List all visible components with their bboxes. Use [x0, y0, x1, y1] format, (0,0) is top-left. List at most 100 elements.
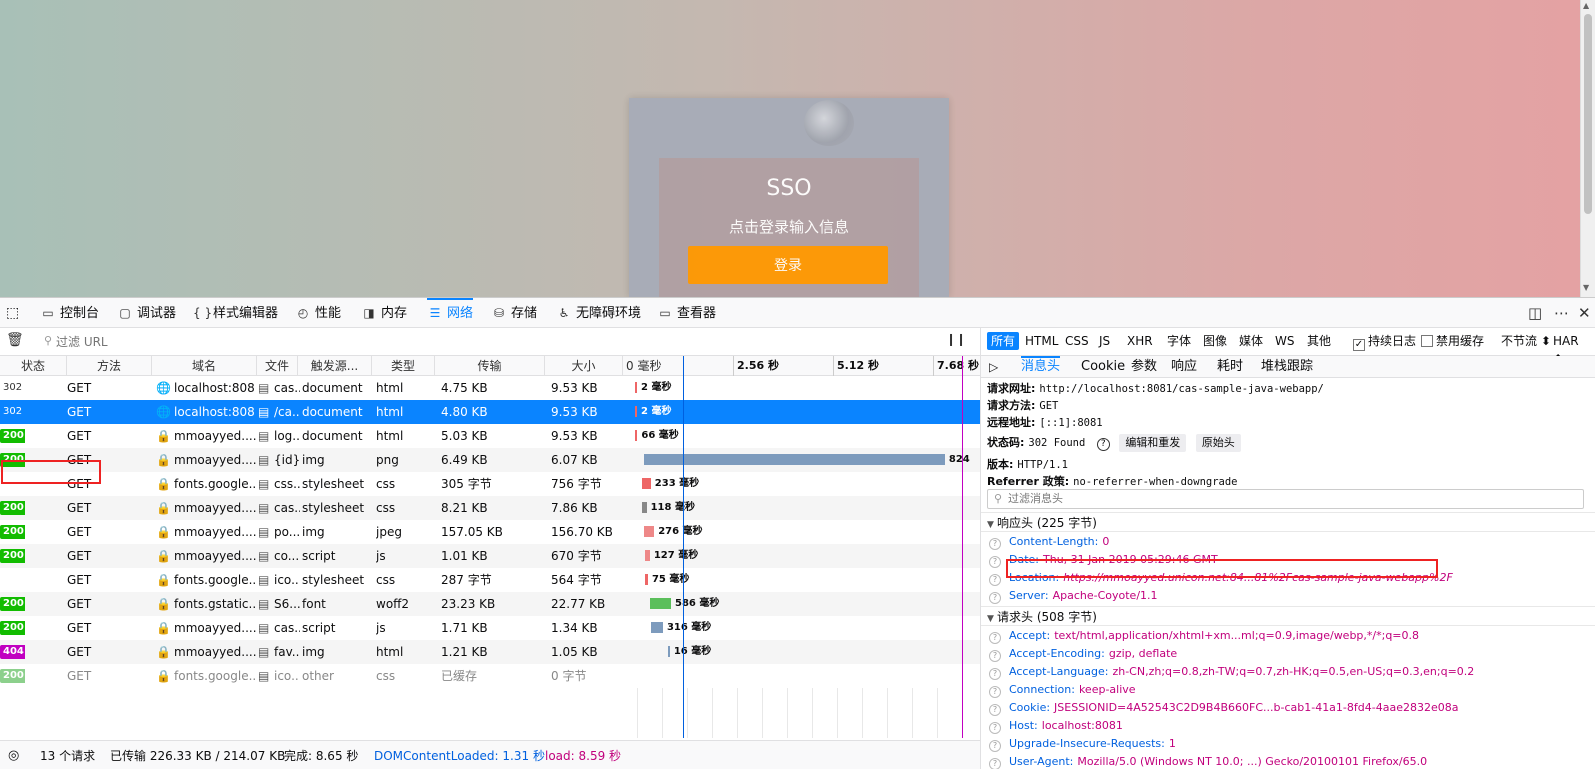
table-row[interactable]: 200 GET 🔒 fonts.google... ▤ ico... other css 已缓存… — [0, 664, 980, 688]
table-row[interactable]: 200 GET 🔒 fonts.gstatic.... ▤ S6... font woff2 2… — [0, 592, 980, 616]
har-menu[interactable]: HAR ⬍ — [1549, 332, 1595, 366]
help-icon[interactable]: ? — [989, 704, 1001, 716]
column-header[interactable]: 文件 — [257, 356, 298, 376]
filter-type-5[interactable]: 字体 — [1163, 332, 1195, 350]
filter-type-2[interactable]: CSS — [1061, 332, 1093, 350]
header-row[interactable]: ? Server: Apache-Coyote/1.1 — [981, 587, 1595, 605]
table-row[interactable]: 302 GET 🌐localhost:8081▤ cas...document html… — [0, 376, 980, 400]
table-row[interactable]: 200 GET 🔒mmoayyed....▤ cas...stylesheet css 8… — [0, 496, 980, 520]
header-row[interactable]: ? Upgrade-Insecure-Requests: 1 — [981, 735, 1595, 753]
trash-icon[interactable]: 🗑 — [6, 332, 24, 348]
toggle-sidebar-icon[interactable]: ▷ — [989, 356, 998, 378]
help-icon[interactable]: ? — [989, 650, 1001, 662]
page-scrollbar[interactable]: ▲ ▼ — [1580, 0, 1595, 297]
filter-type-9[interactable]: 其他 — [1303, 332, 1335, 350]
disable-cache-checkbox[interactable] — [1421, 335, 1433, 347]
table-row[interactable]: 302 GET 🌐localhost:8081▤ /ca...document html… — [0, 400, 980, 424]
more-options-icon[interactable]: ⋯ — [1554, 298, 1569, 328]
help-icon[interactable]: ? — [989, 722, 1001, 734]
tab-accessibility[interactable]: ♿ 无障碍环境 — [556, 298, 641, 328]
raw-headers-button[interactable]: 原始头 — [1195, 434, 1241, 452]
tab-network[interactable]: ☰ 网络 — [427, 298, 474, 328]
details-tab[interactable]: 响应 — [1171, 356, 1197, 378]
scroll-up-icon[interactable]: ▲ — [1583, 1, 1589, 10]
column-header[interactable]: 方法 — [67, 356, 152, 376]
response-headers-section[interactable]: ▼ 响应头 (225 字节) — [981, 512, 1595, 532]
tab-performance[interactable]: ◴ 性能 — [295, 298, 341, 328]
tab-console[interactable]: ▭ 控制台 — [40, 298, 99, 328]
scroll-down-icon[interactable]: ▼ — [1583, 283, 1589, 292]
file-text: fav... — [274, 645, 300, 659]
details-tab[interactable]: 堆栈跟踪 — [1261, 356, 1313, 378]
filter-type-6[interactable]: 图像 — [1199, 332, 1231, 350]
column-header[interactable]: 传输 — [435, 356, 545, 376]
filter-type-3[interactable]: JS — [1095, 332, 1114, 350]
perf-analysis-icon[interactable]: ◎ — [8, 741, 19, 769]
tab-braces[interactable]: { }样式编辑器 — [193, 298, 278, 328]
filter-type-0[interactable]: 所有 — [987, 332, 1020, 350]
header-row[interactable]: ? Accept-Language: zh-CN,zh;q=0.8,zh-TW;q=… — [981, 663, 1595, 681]
persist-logs-toggle[interactable]: ✓ 持续日志 — [1349, 332, 1420, 351]
help-icon[interactable]: ? — [989, 686, 1001, 698]
column-header[interactable]: 0 毫秒 — [623, 356, 980, 376]
header-row[interactable]: ? Host: localhost:8081 — [981, 717, 1595, 735]
filter-type-4[interactable]: XHR — [1123, 332, 1157, 350]
disable-cache-toggle[interactable]: 禁用缓存 — [1417, 332, 1488, 350]
dock-icon[interactable]: ◫ — [1528, 298, 1542, 328]
help-icon[interactable]: ? — [989, 668, 1001, 680]
help-icon[interactable]: ? — [989, 574, 1001, 586]
column-header[interactable]: 触发源... — [298, 356, 372, 376]
header-filter-input[interactable]: ⚲ 过滤消息头 — [987, 489, 1584, 509]
help-icon[interactable]: ? — [1096, 438, 1110, 451]
table-row[interactable]: 200 GET 🔒mmoayyed....▤ cas...script js 1.71 K… — [0, 616, 980, 640]
header-row[interactable]: ? Cookie: JSESSIONID=4A52543C2D9B4B660FC..… — [981, 699, 1595, 717]
pause-icon[interactable]: ❙❙ — [946, 332, 966, 346]
table-row[interactable]: GET🔒fonts.google...▤css...stylesheetcss3… — [0, 472, 980, 496]
filter-type-1[interactable]: HTML — [1021, 332, 1062, 350]
help-icon[interactable]: ? — [989, 758, 1001, 769]
status-code-value: 302 Found — [1028, 437, 1086, 449]
highlight-box-location — [1006, 559, 1438, 578]
table-row[interactable]: 200 GET 🔒mmoayyed....▤ log...document html 5.… — [0, 424, 980, 448]
table-row[interactable]: 404 GET 🔒mmoayyed....▤ fav...img html 1.21 KB… — [0, 640, 980, 664]
table-row[interactable]: 200 GET 🔒 mmoayyed.... ▤ {id} img png 6.49 KB 6.0… — [0, 448, 980, 472]
table-row[interactable]: 200 GET 🔒 mmoayyed.... ▤ co... script js 1.01 KB… — [0, 544, 980, 568]
filter-type-7[interactable]: 媒体 — [1235, 332, 1267, 350]
tab-debugger[interactable]: ▢ 调试器 — [117, 298, 176, 328]
edit-resend-button[interactable]: 编辑和重发 — [1119, 434, 1187, 452]
table-row[interactable]: 200 GET 🔒mmoayyed....▤ po....img jpeg 157.05 … — [0, 520, 980, 544]
persist-logs-checkbox[interactable]: ✓ — [1353, 339, 1365, 351]
method-cell: GET — [67, 669, 92, 683]
column-header[interactable]: 域名 — [152, 356, 257, 376]
details-tab[interactable]: 耗时 — [1217, 356, 1243, 378]
details-tab[interactable]: 消息头 — [1021, 356, 1061, 378]
request-headers-section[interactable]: ▼ 请求头 (508 字节) — [981, 606, 1595, 626]
help-icon[interactable]: ? — [989, 740, 1001, 752]
header-row[interactable]: ? Connection: keep-alive — [981, 681, 1595, 699]
tab-storage[interactable]: ⛁ 存储 — [491, 298, 537, 328]
header-row[interactable]: ? Accept-Encoding: gzip, deflate — [981, 645, 1595, 663]
header-row[interactable]: ? User-Agent: Mozilla/5.0 (Windows NT 10.0… — [981, 753, 1595, 769]
close-icon[interactable]: ✕ — [1578, 298, 1591, 328]
header-row[interactable]: ? Accept: text/html,application/xhtml+xm..… — [981, 627, 1595, 645]
tab-inspector[interactable]: ▭ 查看器 — [657, 298, 716, 328]
column-header[interactable]: 类型 — [372, 356, 435, 376]
help-icon[interactable]: ? — [989, 538, 1001, 550]
filter-type-8[interactable]: WS — [1271, 332, 1298, 350]
login-button[interactable]: 登录 — [688, 246, 888, 284]
pick-element-icon[interactable]: ⬚ — [6, 298, 19, 328]
tab-memory[interactable]: ◨ 内存 — [361, 298, 407, 328]
column-header[interactable]: 状态 — [0, 356, 67, 376]
throttle-select[interactable]: 不节流 ⬍ — [1497, 332, 1555, 350]
column-header[interactable]: 大小 — [545, 356, 623, 376]
help-icon[interactable]: ? — [989, 592, 1001, 604]
table-row[interactable]: GET 🔒 fonts.google... ▤ ico... stylesheet css 2… — [0, 568, 980, 592]
details-tab[interactable]: Cookie — [1081, 356, 1125, 378]
header-row[interactable]: ? Content-Length: 0 — [981, 533, 1595, 551]
scrollbar-thumb[interactable] — [1584, 14, 1592, 214]
cause-cell: stylesheet — [302, 573, 365, 587]
help-icon[interactable]: ? — [989, 556, 1001, 568]
help-icon[interactable]: ? — [989, 632, 1001, 644]
filter-url-input[interactable] — [38, 332, 938, 352]
details-tab[interactable]: 参数 — [1131, 356, 1157, 378]
